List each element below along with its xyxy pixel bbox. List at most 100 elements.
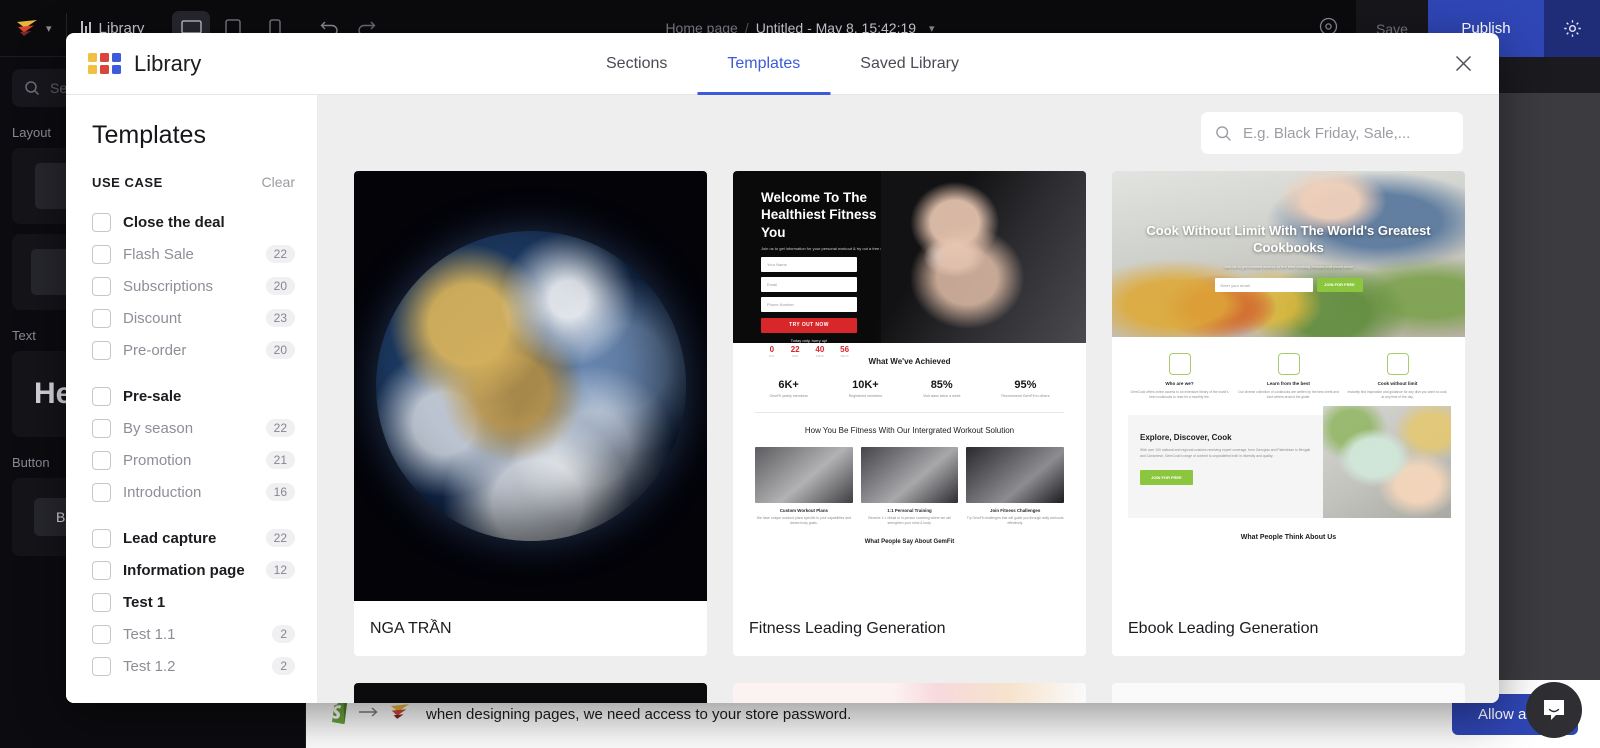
filter-row[interactable]: Promotion 21: [92, 444, 295, 476]
filter-checkbox[interactable]: [92, 528, 111, 548]
tab-templates[interactable]: Templates: [697, 33, 831, 95]
filter-checkbox[interactable]: [92, 560, 111, 580]
filter-checkbox[interactable]: [92, 656, 111, 676]
filter-checkbox[interactable]: [92, 212, 111, 232]
modal-title: Library: [134, 50, 202, 76]
grid-logo-icon: [88, 53, 121, 74]
filter-checkbox[interactable]: [92, 340, 111, 360]
fitness-hero-heading: Welcome To The Healthiest Fitness You: [761, 190, 877, 240]
fitness-stats: 6K+ GemFit yearly members 10K+ Registered …: [733, 379, 1086, 398]
filter-row[interactable]: Test 1.2 2: [92, 650, 295, 682]
filter-row[interactable]: Subscriptions 20: [92, 270, 295, 302]
gempages-logo-icon: [388, 699, 412, 729]
filter-checkbox[interactable]: [92, 450, 111, 470]
gempages-logo-icon[interactable]: [14, 15, 40, 41]
chevron-down-icon[interactable]: ▾: [46, 22, 52, 35]
filter-count: 20: [265, 341, 295, 359]
filter-count: 2: [272, 657, 295, 675]
countdown-unit: MINS: [816, 353, 824, 358]
feature-desc: Try GemFit challenges that will guide yo…: [966, 515, 1064, 526]
fitness-cta-button: TRY OUT NOW: [761, 317, 857, 333]
fitness-hero-photo: [881, 171, 1086, 343]
feature-photo: [860, 446, 959, 503]
filter-label: Discount: [123, 309, 182, 327]
template-card-title: NGA TRẦN: [370, 619, 452, 637]
template-card[interactable]: Cook Without Limit With The World's Grea…: [1112, 171, 1465, 656]
ebook-split-text: Explore, Discover, Cook With over 100 na…: [1128, 415, 1323, 518]
filter-row[interactable]: Information page 12: [92, 554, 295, 586]
feature-title: 1:1 Personal Training: [887, 507, 932, 513]
filter-label: Close the deal: [123, 213, 225, 231]
filter-row[interactable]: Pre-sale: [92, 380, 295, 412]
tab-saved-library[interactable]: Saved Library: [830, 33, 989, 95]
ebook-hero-heading: Cook Without Limit With The World's Grea…: [1146, 223, 1431, 255]
stat-label: Recommend GemFit to others: [1001, 394, 1050, 398]
library-modal: Library Sections Templates Saved Library…: [66, 33, 1499, 703]
filter-row[interactable]: Lead capture 22: [92, 522, 295, 554]
filter-group-gap: [92, 366, 295, 380]
fitness-name-field: Your Name: [761, 256, 857, 272]
filter-row[interactable]: Discount 23: [92, 302, 295, 334]
template-card[interactable]: [1112, 683, 1465, 703]
stat-label: GemFit yearly members: [769, 394, 808, 398]
filter-checkbox[interactable]: [92, 592, 111, 612]
chat-bubble-icon[interactable]: [1526, 682, 1582, 738]
notice-text: when designing pages, we need access to …: [426, 705, 852, 723]
modal-brand: Library: [66, 51, 201, 77]
ebook-footer-heading: What People Think About Us: [1240, 533, 1337, 541]
feature-title: Cook without limit: [1377, 381, 1418, 386]
search-icon: [1216, 125, 1231, 141]
template-card[interactable]: Welcome To The Healthiest Fitness You Jo…: [733, 171, 1086, 656]
filter-checkbox[interactable]: [92, 308, 111, 328]
filter-count: 22: [265, 245, 295, 263]
tab-sections[interactable]: Sections: [576, 33, 697, 95]
stat-value: 10K+: [852, 379, 879, 391]
filter-checkbox[interactable]: [92, 244, 111, 264]
element-search-placeholder: Se: [50, 80, 68, 96]
filter-row[interactable]: Test 1.1 2: [92, 618, 295, 650]
template-search-input[interactable]: E.g. Black Friday, Sale,...: [1201, 112, 1463, 154]
filter-checkbox[interactable]: [92, 482, 111, 502]
earth-photo: [354, 171, 707, 601]
earth-globe: [375, 231, 686, 541]
clear-filters-button[interactable]: Clear: [262, 174, 295, 190]
ebook-signup-form: Enter your email JOIN FOR FREE: [1112, 277, 1465, 292]
filter-checkbox[interactable]: [92, 276, 111, 296]
filter-checkbox[interactable]: [92, 624, 111, 644]
close-icon[interactable]: [1449, 50, 1477, 78]
ebook-feature-list: Who are we? GemCook offers online access…: [1112, 337, 1465, 401]
filter-label: Promotion: [123, 451, 192, 469]
feature-photo: [755, 446, 853, 503]
filter-checkbox[interactable]: [92, 386, 111, 406]
filter-label: Test 1.1: [123, 625, 176, 643]
filter-row[interactable]: By season 22: [92, 412, 295, 444]
template-card[interactable]: NGA TRẦN: [354, 171, 707, 656]
fitness-feature: 1:1 Personal Training Receive 1:1 virtua…: [860, 446, 959, 527]
filter-row[interactable]: Close the deal: [92, 206, 295, 238]
filter-label: Pre-sale: [123, 387, 182, 405]
stat-value: 85%: [930, 379, 953, 391]
filter-row[interactable]: Flash Sale 22: [92, 238, 295, 270]
filter-row[interactable]: Test 1: [92, 586, 295, 618]
template-card[interactable]: [354, 683, 707, 703]
fitness-solution-heading: How You Be Fitness With Our Intergrated …: [804, 426, 1015, 435]
filter-checkbox[interactable]: [92, 418, 111, 438]
fitness-hero: Welcome To The Healthiest Fitness You Jo…: [733, 171, 1086, 358]
filter-label: Test 1: [123, 593, 166, 611]
fitness-email-field: Email: [761, 276, 857, 292]
filter-heading: Templates: [92, 121, 206, 149]
ebook-hero: Cook Without Limit With The World's Grea…: [1112, 171, 1465, 337]
ebook-email-field: Enter your email: [1214, 277, 1313, 292]
countdown-unit: DAY: [768, 353, 775, 358]
filter-row[interactable]: Pre-order 20: [92, 334, 295, 366]
stat-label: Visit class twice a week: [922, 394, 961, 398]
template-search-placeholder: E.g. Black Friday, Sale,...: [1243, 124, 1411, 142]
dish-icon: [1168, 353, 1191, 375]
template-card[interactable]: [733, 683, 1086, 703]
filter-label: Lead capture: [123, 529, 217, 547]
split-heading: Explore, Discover, Cook: [1140, 432, 1232, 442]
gear-icon[interactable]: [1544, 0, 1600, 57]
feature-photo: [966, 446, 1065, 503]
filter-row[interactable]: Introduction 16: [92, 476, 295, 508]
modal-header: Library Sections Templates Saved Library: [66, 33, 1499, 95]
